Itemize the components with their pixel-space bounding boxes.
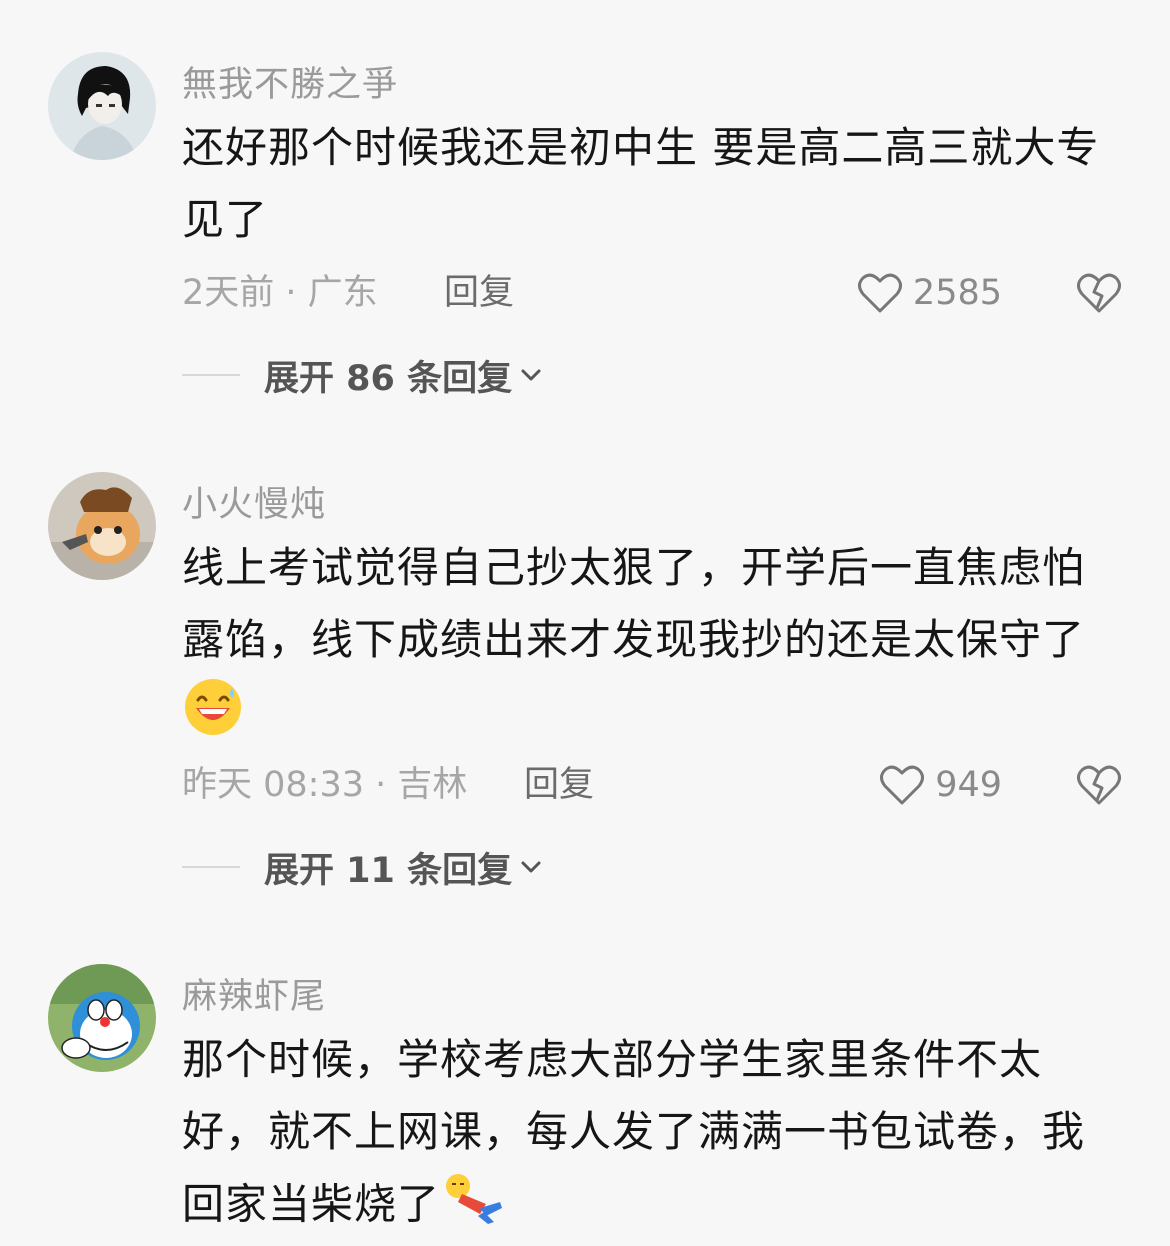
comment-text: 线上考试觉得自己抄太狠了，开学后一直焦虑怕露馅，线下成绩出来才发现我抄的还是太保… [182,532,1122,760]
comment-text: 那个时候，学校考虑大部分学生家里条件不太好，就不上网课，每人发了满满一书包试卷，… [182,1024,1122,1246]
broken-heart-icon [1077,273,1121,313]
heart-icon [880,765,925,805]
avatar[interactable] [48,964,156,1072]
username[interactable]: 無我不勝之爭 [182,56,398,107]
comment-text-content: 线上考试觉得自己抄太狠了，开学后一直焦虑怕露馅，线下成绩出来才发现我抄的还是太保… [182,543,1086,664]
divider-line [182,374,240,376]
chevron-down-icon [518,857,544,877]
avatar[interactable] [48,52,156,160]
avatar[interactable] [48,472,156,580]
cat-with-gun-avatar-icon [48,472,156,580]
comment-text: 还好那个时候我还是初中生 要是高二高三就大专见了 [182,123,1100,244]
time-location: 2天前 · 广东 [182,273,378,313]
broken-heart-icon [1077,765,1121,805]
chevron-down-icon [518,365,544,385]
comment-meta: 2天前 · 广东 回复 2585 [182,268,1122,318]
comment-text-content: 那个时候，学校考虑大部分学生家里条件不太好，就不上网课，每人发了满满一书包试卷，… [182,1035,1086,1229]
dislike-button[interactable] [1076,760,1122,810]
fallen-person-emoji-icon [440,1168,504,1246]
time-location: 昨天 08:33 · 吉林 [182,765,468,805]
doraemon-avatar-icon [48,964,156,1072]
grinning-sweat-emoji-icon [182,676,244,760]
username[interactable]: 麻辣虾尾 [182,968,326,1019]
like-button[interactable]: 2585 [857,268,1002,318]
heart-icon [857,273,902,313]
dislike-button[interactable] [1076,268,1122,318]
expand-replies-label: 展开 86 条回复 [264,358,513,399]
expand-replies-button[interactable]: 展开 86 条回复 [182,350,544,400]
username[interactable]: 小火慢炖 [182,476,326,527]
like-button[interactable]: 949 [879,760,1002,810]
like-count: 2585 [912,273,1002,313]
expand-replies-label: 展开 11 条回复 [264,850,513,891]
comment-meta: 昨天 08:33 · 吉林 回复 949 [182,760,1122,810]
divider-line [182,866,240,868]
reply-button[interactable]: 回复 [444,268,514,318]
expand-replies-button[interactable]: 展开 11 条回复 [182,842,544,892]
anime-boy-avatar-icon [48,52,156,160]
reply-button[interactable]: 回复 [524,760,594,810]
like-count: 949 [935,765,1002,805]
